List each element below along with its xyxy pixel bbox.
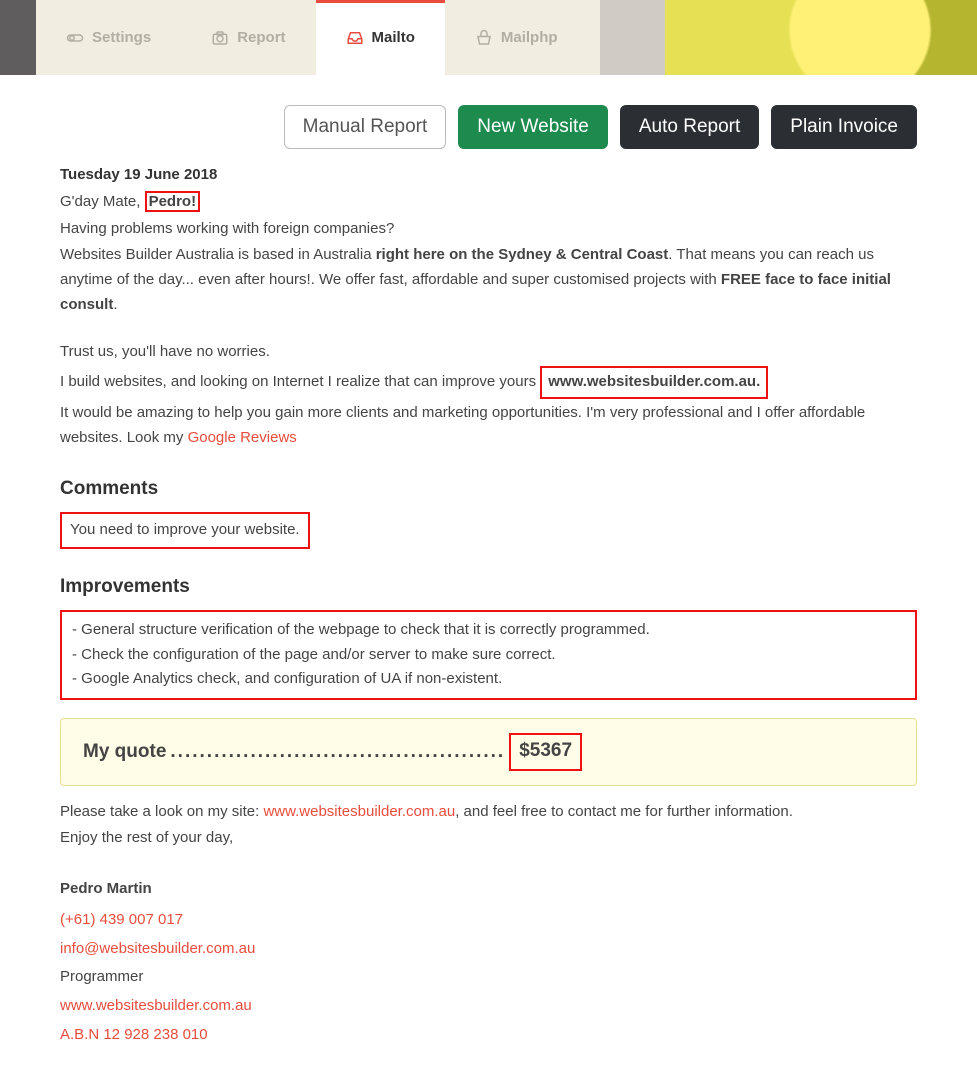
signature-block: Pedro Martin (+61) 439 007 017 info@webs… (60, 877, 917, 1048)
closing-line: Please take a look on my site: www.websi… (60, 800, 917, 825)
reviews-line-a: It would be amazing to help you gain mor… (60, 404, 865, 446)
tab-mailphp-label: Mailphp (501, 29, 558, 46)
sig-site[interactable]: www.websitesbuilder.com.au (60, 994, 917, 1019)
quote-box: My quote ...............................… (60, 718, 917, 785)
inbox-icon (346, 29, 364, 47)
tab-report[interactable]: Report (181, 0, 315, 75)
improvement-line: - Check the configuration of the page an… (72, 643, 905, 668)
new-website-button[interactable]: New Website (458, 105, 608, 149)
improvement-line: - Google Analytics check, and configurat… (72, 667, 905, 692)
target-site: www.websitesbuilder.com.au (548, 373, 756, 390)
quote-dots: ........................................… (170, 736, 505, 767)
closing-b: , and feel free to contact me for furthe… (455, 803, 793, 820)
comments-box: You need to improve your website. (60, 512, 310, 549)
intro-body-bold1: right here on the Sydney & Central Coast (376, 246, 669, 263)
google-reviews-link[interactable]: Google Reviews (188, 429, 297, 446)
intro-body: Websites Builder Australia is based in A… (60, 243, 917, 317)
topbar: Settings Report Mailto Mailphp (0, 0, 977, 75)
manual-report-button[interactable]: Manual Report (284, 105, 447, 149)
sig-email[interactable]: info@websitesbuilder.com.au (60, 937, 917, 962)
target-site-highlight: www.websitesbuilder.com.au. (540, 366, 768, 399)
quote-amount: $5367 (509, 733, 582, 770)
tab-report-label: Report (237, 29, 285, 46)
action-bar: Manual Report New Website Auto Report Pl… (0, 75, 977, 163)
header-photo (587, 0, 977, 75)
basket-icon (475, 29, 493, 47)
tab-mailto[interactable]: Mailto (316, 0, 445, 75)
intro-body-a: Websites Builder Australia is based in A… (60, 246, 376, 263)
greeting-line: G'day Mate, Pedro! (60, 190, 917, 215)
intro-q: Having problems working with foreign com… (60, 217, 917, 242)
closing-a: Please take a look on my site: (60, 803, 263, 820)
header-dark-edge (0, 0, 36, 75)
auto-report-button[interactable]: Auto Report (620, 105, 759, 149)
own-site-link[interactable]: www.websitesbuilder.com.au (263, 803, 455, 820)
intro-body-dot: . (113, 296, 117, 313)
sig-phone[interactable]: (+61) 439 007 017 (60, 908, 917, 933)
tab-settings[interactable]: Settings (36, 0, 181, 75)
trust-line: Trust us, you'll have no worries. (60, 340, 917, 365)
greeting-name: Pedro (149, 193, 192, 210)
comments-heading: Comments (60, 473, 917, 504)
improvements-box: - General structure verification of the … (60, 610, 917, 700)
closing-enjoy: Enjoy the rest of your day, (60, 826, 917, 851)
reviews-line: It would be amazing to help you gain mor… (60, 401, 917, 451)
quote-label: My quote (83, 736, 166, 767)
tab-strip: Settings Report Mailto Mailphp (36, 0, 588, 75)
camera-icon (211, 29, 229, 47)
tab-mailto-label: Mailto (372, 29, 415, 46)
mail-body: Tuesday 19 June 2018 G'day Mate, Pedro! … (0, 163, 977, 1092)
tab-settings-label: Settings (92, 29, 151, 46)
greeting-name-highlight: Pedro! (145, 191, 201, 212)
improvement-line: - General structure verification of the … (72, 618, 905, 643)
toggle-icon (66, 29, 84, 47)
date-line: Tuesday 19 June 2018 (60, 163, 917, 188)
plain-invoice-button[interactable]: Plain Invoice (771, 105, 917, 149)
greeting-bang: ! (191, 193, 196, 210)
sig-abn[interactable]: A.B.N 12 928 238 010 (60, 1023, 917, 1048)
improvements-heading: Improvements (60, 571, 917, 602)
greeting-prefix: G'day Mate, (60, 193, 140, 210)
site-line: I build websites, and looking on Interne… (60, 366, 917, 399)
sig-role: Programmer (60, 965, 917, 990)
sig-name: Pedro Martin (60, 877, 917, 902)
comments-text: You need to improve your website. (70, 521, 300, 538)
site-line-a: I build websites, and looking on Interne… (60, 373, 540, 390)
tab-mailphp[interactable]: Mailphp (445, 0, 588, 75)
